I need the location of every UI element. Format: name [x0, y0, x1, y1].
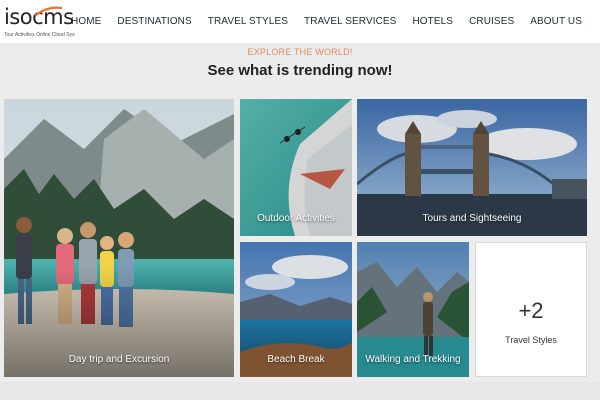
- nav-travel-services[interactable]: TRAVEL SERVICES: [296, 16, 404, 27]
- day-trip-image: [4, 99, 234, 377]
- tile-label: Walking and Trekking: [365, 354, 461, 365]
- nav-about-us[interactable]: ABOUT US: [522, 16, 590, 27]
- nav-destinations[interactable]: DESTINATIONS: [109, 16, 199, 27]
- tile-tours-sightseeing[interactable]: Tours and Sightseeing: [357, 99, 587, 236]
- tile-label: Beach Break: [267, 354, 325, 365]
- main-nav: HOME DESTINATIONS TRAVEL STYLES TRAVEL S…: [63, 0, 590, 43]
- nav-travel-styles[interactable]: TRAVEL STYLES: [200, 16, 296, 27]
- tile-label: Tours and Sightseeing: [422, 213, 522, 224]
- tile-beach-break[interactable]: Beach Break: [240, 242, 352, 377]
- section-title: See what is trending now!: [207, 62, 393, 79]
- nav-home[interactable]: HOME: [63, 16, 109, 27]
- more-count: +2: [518, 298, 544, 323]
- nav-hotels[interactable]: HOTELS: [404, 16, 461, 27]
- top-navbar: isocms Tour Activities Online Cloud Sys …: [0, 0, 600, 43]
- tile-walking-trekking[interactable]: Walking and Trekking: [357, 242, 469, 377]
- page-bottom-strip: [0, 382, 600, 400]
- tile-day-trip[interactable]: Day trip and Excursion: [4, 99, 234, 377]
- more-label: Travel Styles: [505, 335, 557, 345]
- tile-outdoor-activities[interactable]: Outdoor Activities: [240, 99, 352, 236]
- logo-swoosh-icon: [34, 6, 62, 16]
- section-eyebrow: EXPLORE THE WORLD!: [247, 47, 353, 57]
- tile-label: Day trip and Excursion: [68, 354, 170, 365]
- nav-cruises[interactable]: CRUISES: [461, 16, 522, 27]
- tile-label: Outdoor Activities: [257, 213, 335, 224]
- tile-more-travel-styles[interactable]: +2 Travel Styles: [475, 242, 587, 377]
